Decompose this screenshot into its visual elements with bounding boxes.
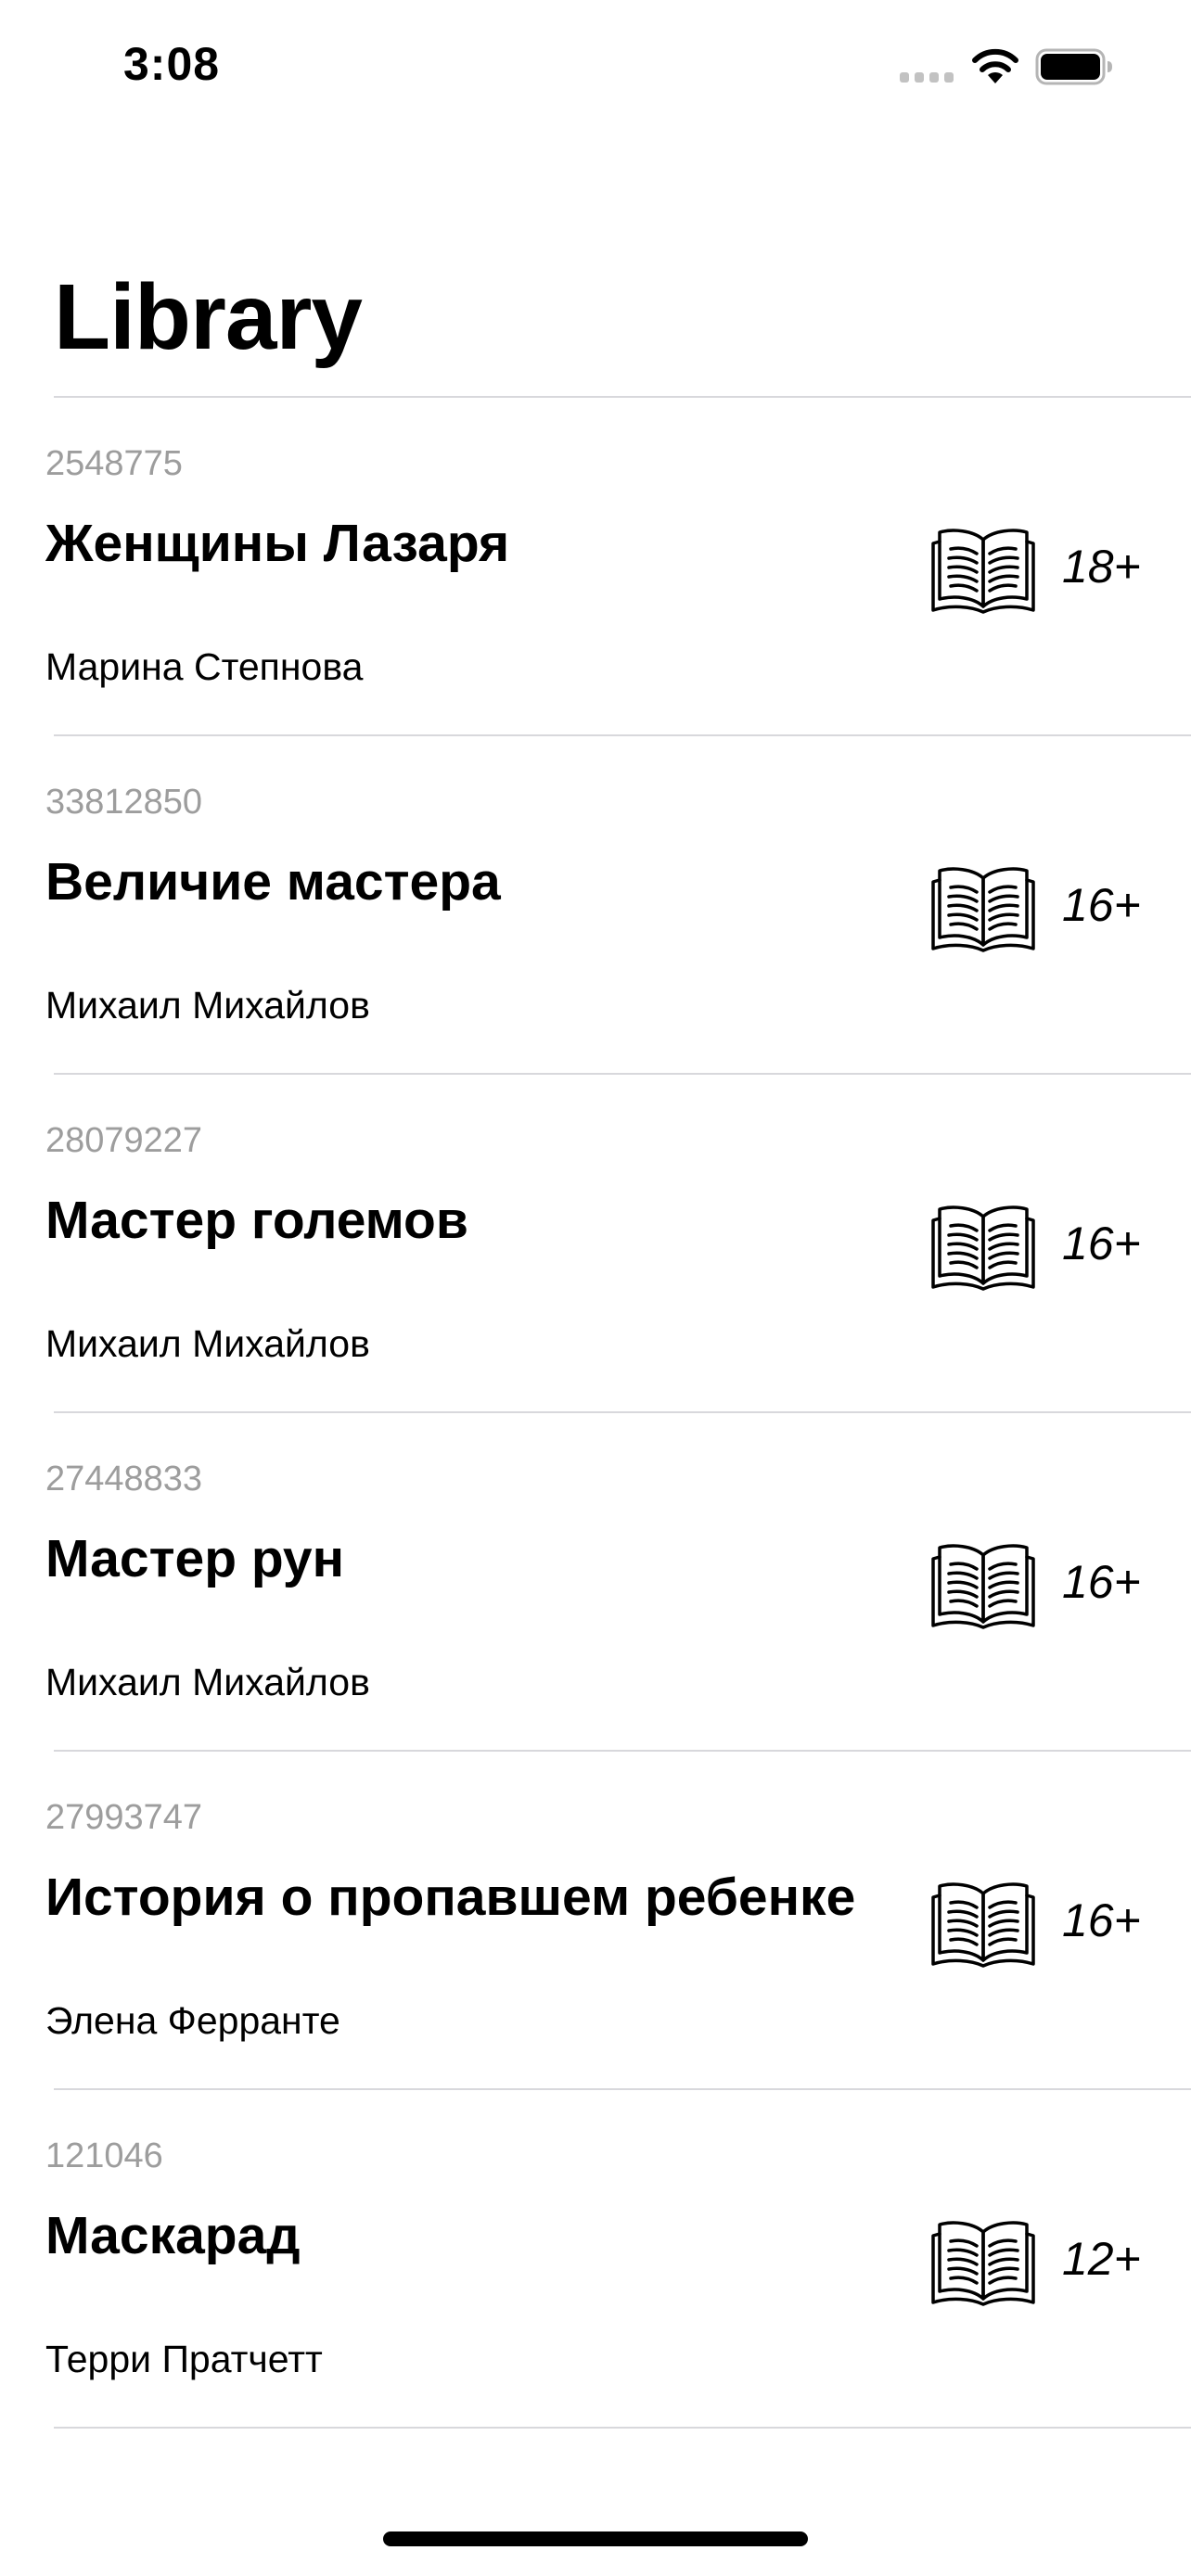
book-title: Мастер рун — [45, 1529, 345, 1588]
book-title: Маскарад — [45, 2206, 301, 2265]
open-book-icon — [931, 529, 1035, 614]
age-rating-badge: 12+ — [1062, 2233, 1141, 2285]
book-list-item[interactable]: 28079227 Мастер големов Михаил Михайлов … — [0, 1075, 1191, 1413]
book-title: Величие мастера — [45, 852, 501, 912]
book-list-item[interactable]: 27448833 Мастер рун Михаил Михайлов 16+ — [0, 1413, 1191, 1752]
open-book-icon — [931, 1882, 1035, 1968]
cellular-signal-icon — [900, 72, 955, 83]
book-author: Терри Пратчетт — [45, 2338, 323, 2380]
age-rating-badge: 18+ — [1062, 541, 1141, 593]
book-author: Михаил Михайлов — [45, 1322, 370, 1365]
wifi-icon — [972, 48, 1018, 83]
age-rating-badge: 16+ — [1062, 1218, 1141, 1269]
book-author: Михаил Михайлов — [45, 1661, 370, 1703]
age-rating-badge: 16+ — [1062, 1556, 1141, 1608]
book-author: Михаил Михайлов — [45, 984, 370, 1027]
book-id: 27448833 — [45, 1460, 203, 1498]
book-title: Мастер големов — [45, 1191, 468, 1250]
age-rating-badge: 16+ — [1062, 879, 1141, 931]
library-screen: 3:08 Library 2548775 Женщины Лазаря Мари… — [0, 0, 1191, 2576]
book-id: 2548775 — [45, 444, 183, 483]
home-indicator[interactable] — [383, 2531, 808, 2546]
book-list-item[interactable]: 2548775 Женщины Лазаря Марина Степнова 1… — [0, 398, 1191, 736]
open-book-icon — [931, 1544, 1035, 1629]
book-id: 28079227 — [45, 1121, 203, 1160]
book-title: История о пропавшем ребенке — [45, 1868, 856, 1927]
open-book-icon — [931, 1205, 1035, 1291]
book-author: Элена Ферранте — [45, 1999, 340, 2042]
page-title: Library — [54, 265, 363, 369]
open-book-icon — [931, 2221, 1035, 2306]
open-book-icon — [931, 867, 1035, 952]
book-id: 27993747 — [45, 1798, 203, 1837]
book-list-item[interactable]: 33812850 Величие мастера Михаил Михайлов… — [0, 736, 1191, 1075]
status-time: 3:08 — [123, 38, 221, 90]
book-list-item[interactable]: 121046 Маскарад Терри Пратчетт 12+ — [0, 2090, 1191, 2429]
book-list[interactable]: 2548775 Женщины Лазаря Марина Степнова 1… — [0, 398, 1191, 2429]
book-title: Женщины Лазаря — [45, 514, 510, 573]
book-list-item[interactable]: 27993747 История о пропавшем ребенке Эле… — [0, 1752, 1191, 2090]
book-author: Марина Степнова — [45, 645, 364, 688]
status-bar: 3:08 — [0, 0, 1191, 134]
book-id: 33812850 — [45, 783, 203, 822]
book-id: 121046 — [45, 2136, 163, 2175]
age-rating-badge: 16+ — [1062, 1894, 1141, 1946]
battery-icon — [1035, 48, 1112, 85]
row-divider — [54, 2427, 1191, 2429]
